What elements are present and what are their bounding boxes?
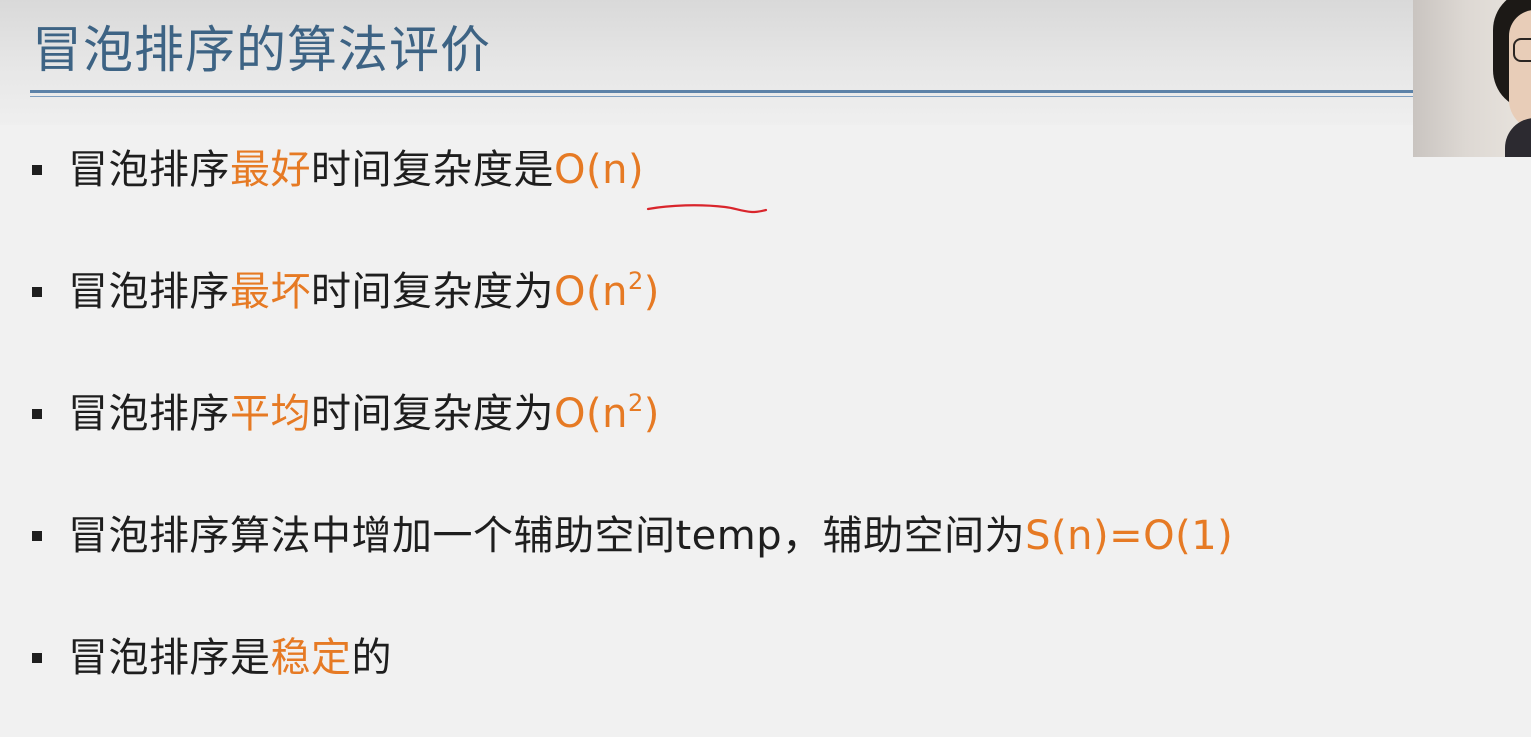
bullet-highlight: 平均 (230, 391, 311, 437)
bullet-text-pre: 冒泡排序是 (68, 635, 271, 681)
bullet-highlight: 最坏 (230, 269, 311, 315)
bullet-square-icon (32, 165, 42, 175)
complexity-value: O(n2) (554, 391, 660, 437)
complexity-base: O(n (554, 391, 628, 437)
bullet-square-icon (32, 653, 42, 663)
bullet-text: 冒泡排序是稳定的 (68, 628, 392, 688)
bullet-text-mid: 时间复杂度为 (311, 391, 554, 437)
complexity-value: S(n)=O(1) (1025, 513, 1234, 559)
red-underline-annotation (646, 204, 768, 214)
bullet-square-icon (32, 287, 42, 297)
bullet-text-pre: 冒泡排序 (68, 391, 230, 437)
complexity-close: ) (643, 391, 660, 437)
bullet-item-average-case: 冒泡排序平均时间复杂度为O(n2) (32, 384, 660, 444)
annotation-stroke (646, 204, 768, 214)
complexity-value: O(n2) (554, 269, 660, 315)
bullet-text-mid: 的 (351, 635, 392, 681)
bullet-item-best-case: 冒泡排序最好时间复杂度是O(n) (32, 140, 644, 200)
bullet-item-space: 冒泡排序算法中增加一个辅助空间temp，辅助空间为S(n)=O(1) (32, 506, 1233, 566)
bullet-square-icon (32, 531, 42, 541)
complexity-exponent: 2 (627, 389, 644, 417)
complexity-close: ) (643, 269, 660, 315)
bullet-text: 冒泡排序最坏时间复杂度为O(n2) (68, 262, 660, 322)
bullet-text-pre: 冒泡排序算法中增加一个辅助空间temp，辅助空间为 (68, 513, 1026, 559)
bullet-text-pre: 冒泡排序 (68, 269, 230, 315)
complexity-base: O(n (554, 269, 628, 315)
bullet-text: 冒泡排序算法中增加一个辅助空间temp，辅助空间为S(n)=O(1) (68, 506, 1233, 566)
bullet-highlight: 最好 (230, 147, 311, 193)
bullet-text: 冒泡排序最好时间复杂度是O(n) (68, 140, 644, 200)
slide: 冒泡排序的算法评价 冒泡排序最好时间复杂度是O(n) 冒泡排序最坏时间复杂度为O… (0, 0, 1531, 737)
bullet-highlight: 稳定 (270, 635, 352, 681)
bullet-item-stability: 冒泡排序是稳定的 (32, 628, 392, 688)
complexity-exponent: 2 (627, 267, 644, 295)
bullet-square-icon (32, 409, 42, 419)
bullet-item-worst-case: 冒泡排序最坏时间复杂度为O(n2) (32, 262, 660, 322)
bullet-text-mid: 时间复杂度是 (311, 147, 554, 193)
bullet-text-pre: 冒泡排序 (68, 147, 230, 193)
complexity-value: O(n) (554, 147, 645, 193)
bullet-text: 冒泡排序平均时间复杂度为O(n2) (68, 384, 660, 444)
bullet-list: 冒泡排序最好时间复杂度是O(n) 冒泡排序最坏时间复杂度为O(n2) 冒泡排序平… (0, 0, 1531, 737)
bullet-text-mid: 时间复杂度为 (311, 269, 554, 315)
